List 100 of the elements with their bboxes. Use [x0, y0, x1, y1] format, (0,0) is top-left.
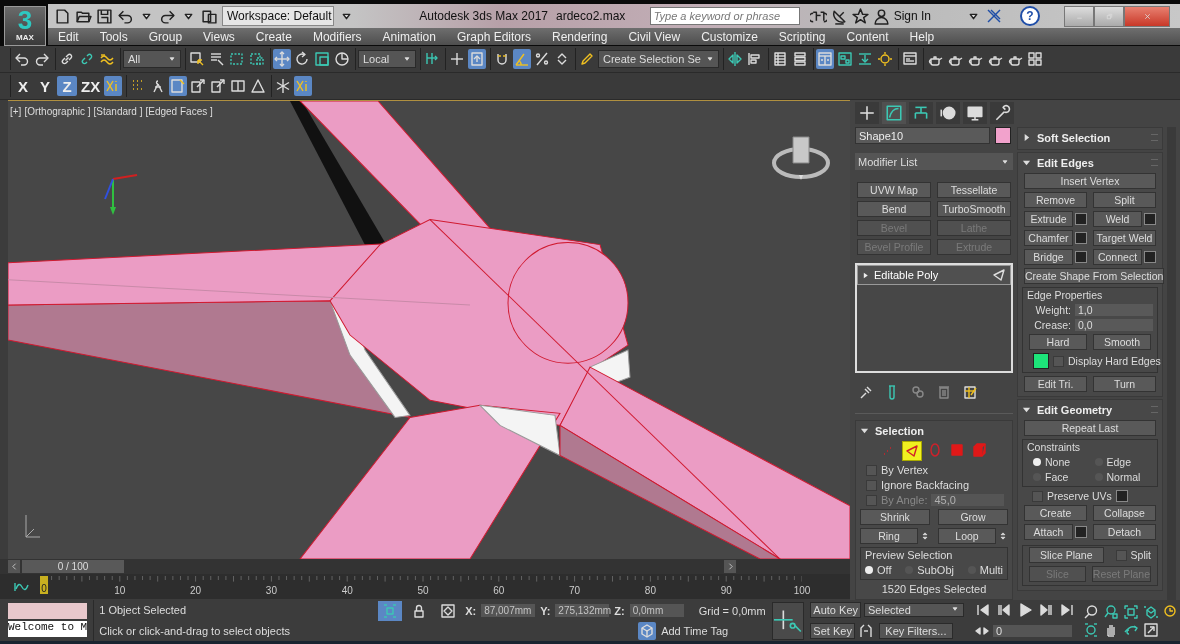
settings-button[interactable] — [1075, 526, 1087, 538]
save-icon[interactable] — [96, 7, 113, 25]
sign-in-link[interactable]: Sign In — [893, 9, 931, 23]
minimize-button[interactable] — [1064, 5, 1094, 27]
settings-button[interactable] — [1144, 251, 1156, 263]
modifier-button[interactable]: Bend — [857, 201, 931, 217]
panel-button[interactable]: Turn — [1093, 376, 1156, 392]
panel-button[interactable]: Loop — [938, 528, 996, 544]
menu-item[interactable]: Edit — [58, 29, 79, 44]
toolbar-dropdown[interactable]: All — [123, 50, 181, 68]
radio-button[interactable] — [865, 566, 873, 574]
panel-button[interactable]: Chamfer — [1024, 230, 1073, 246]
coordinate-field[interactable]: 275,132mm — [555, 604, 610, 618]
spinner-field[interactable]: 0,0 — [1075, 319, 1153, 331]
time-configuration-icon[interactable] — [1163, 603, 1179, 620]
project-folder-icon[interactable] — [201, 7, 218, 25]
viewport-label[interactable]: [Orthographic ] — [24, 106, 91, 117]
panel-button[interactable]: Repeat Last — [1024, 420, 1156, 436]
toolbar-dropdown[interactable]: Local — [358, 50, 416, 68]
key-filters-button[interactable]: Key Filters... — [878, 622, 953, 639]
field-of-view-icon[interactable] — [1083, 621, 1099, 638]
menu-item[interactable]: Customize — [701, 29, 758, 44]
viewport-label[interactable]: [Standard ] — [93, 106, 143, 117]
current-frame-marker[interactable]: 0 — [40, 576, 48, 594]
settings-button[interactable] — [1144, 213, 1156, 225]
panel-button[interactable]: Hard — [1029, 334, 1087, 350]
panel-button[interactable]: Remove — [1024, 192, 1087, 208]
menu-item[interactable]: Scripting — [778, 29, 826, 44]
menu-item[interactable]: Content — [846, 29, 889, 44]
axis-button[interactable]: Z — [57, 76, 77, 96]
rollout-title[interactable]: Edit Edges — [1037, 156, 1094, 169]
new-file-icon[interactable] — [54, 7, 71, 25]
modifier-button[interactable]: TurboSmooth — [937, 201, 1011, 217]
panel-button[interactable]: Bridge — [1024, 249, 1073, 265]
help-button[interactable]: ? — [1020, 6, 1040, 26]
settings-button[interactable] — [1075, 213, 1087, 225]
isolate-icon[interactable] — [378, 600, 403, 621]
checkbox[interactable] — [1032, 490, 1043, 502]
stack-item[interactable]: Editable Poly — [857, 265, 1011, 285]
panel-button[interactable]: Collapse — [1093, 505, 1156, 521]
menu-item[interactable]: Create — [255, 29, 292, 44]
panel-button[interactable]: Split — [1093, 192, 1156, 208]
key-mode-icon[interactable] — [857, 622, 874, 639]
axis-button[interactable]: X — [13, 76, 33, 96]
viewport-label[interactable]: [+] — [10, 106, 22, 117]
previous-button[interactable] — [8, 560, 20, 573]
modifier-stack[interactable]: Editable Poly — [855, 263, 1013, 373]
axis-button[interactable]: Y — [35, 76, 55, 96]
set-key-button[interactable] — [771, 602, 805, 640]
play-icon[interactable] — [1017, 602, 1033, 619]
frame-field[interactable]: 0 — [993, 624, 1072, 637]
checkbox[interactable] — [866, 479, 877, 491]
menu-item[interactable]: Help — [909, 29, 935, 44]
coordinate-field[interactable]: 87,007mm — [481, 604, 536, 618]
menu-item[interactable]: Tools — [99, 29, 128, 44]
panel-button[interactable]: Smooth — [1093, 334, 1151, 350]
menu-item[interactable]: Graph Editors — [456, 29, 531, 44]
panel-button[interactable]: Connect — [1093, 249, 1142, 265]
rollout-toggle-icon[interactable] — [1022, 133, 1031, 142]
radio-button[interactable] — [1033, 458, 1041, 466]
menu-item[interactable]: Group — [148, 29, 183, 44]
spinner-arrows-icon[interactable] — [998, 529, 1008, 543]
panel-button[interactable]: Detach — [1093, 524, 1156, 540]
listener-input[interactable]: Welcome to M — [8, 621, 88, 637]
checkbox[interactable] — [866, 464, 877, 476]
zoom-extents-icon[interactable] — [1123, 603, 1139, 620]
rollout-title[interactable]: Selection — [875, 424, 924, 437]
panel-button[interactable]: Extrude — [1024, 211, 1073, 227]
panel-button[interactable]: Weld — [1093, 211, 1142, 227]
object-color-swatch[interactable] — [995, 127, 1011, 144]
add-time-tag[interactable]: Add Time Tag — [661, 625, 729, 638]
star-icon[interactable] — [851, 7, 869, 25]
search-icon[interactable] — [1083, 603, 1099, 620]
coordinate-field[interactable]: 0,0mm — [629, 604, 684, 618]
modifier-list-dropdown[interactable]: Modifier List — [855, 153, 1013, 170]
color-swatch[interactable] — [1033, 353, 1049, 369]
panel-button[interactable]: Create Shape From Selection — [1024, 268, 1165, 284]
rollout-toggle-icon[interactable] — [860, 426, 869, 435]
expand-arrow-icon[interactable] — [861, 270, 870, 280]
menu-item[interactable]: Views — [203, 29, 235, 44]
x-logo-icon[interactable] — [986, 8, 1002, 24]
modifier-button[interactable]: UVW Map — [857, 182, 931, 198]
zoom-all-icon[interactable] — [1103, 603, 1119, 620]
panel-button[interactable]: Target Weld — [1093, 230, 1156, 246]
toolbar-dropdown[interactable]: Create Selection Se — [598, 50, 719, 68]
restore-button[interactable] — [1094, 5, 1124, 27]
user-icon[interactable] — [872, 7, 890, 25]
menu-item[interactable]: Animation — [382, 29, 436, 44]
set-key-text-button[interactable]: Set Key — [810, 622, 855, 639]
maximize-icon[interactable] — [1143, 621, 1159, 638]
rollout-toggle-icon[interactable] — [1022, 405, 1031, 414]
go-to-start-icon[interactable] — [975, 602, 991, 619]
zoom-extents-all-icon[interactable] — [1143, 603, 1159, 620]
panel-button[interactable]: Create — [1024, 505, 1087, 521]
modifier-button[interactable]: Tessellate — [937, 182, 1011, 198]
panel-button[interactable]: Slice Plane — [1029, 547, 1104, 563]
time-tag-icon[interactable] — [639, 623, 656, 640]
configure-icon[interactable] — [962, 384, 978, 400]
time-slider[interactable]: 0 / 100 — [22, 560, 124, 573]
close-button[interactable] — [1124, 5, 1170, 27]
